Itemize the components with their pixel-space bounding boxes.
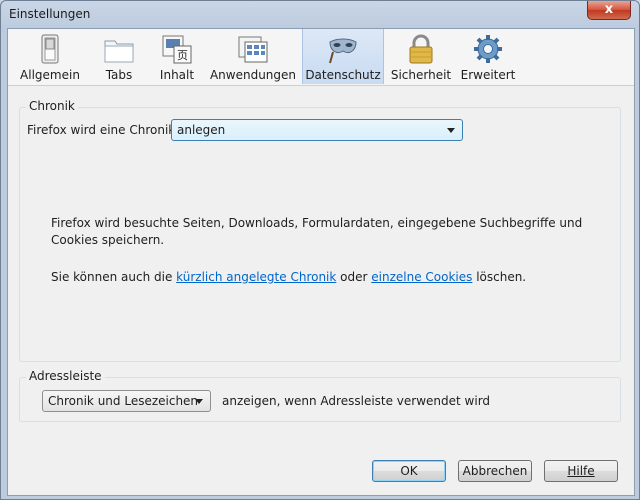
location-bar-group-title: Adressleiste [26,369,105,383]
privacy-pane: Chronik Firefox wird eine Chronik: anleg… [8,86,634,495]
clear-text-suffix: löschen. [472,270,527,284]
tab-label: Allgemein [20,68,80,82]
tab-label: Anwendungen [209,68,297,82]
location-bar-suggest-value: Chronik und Lesezeichen [48,394,199,408]
chevron-down-icon [195,399,203,404]
location-bar-suffix: anzeigen, wenn Adressleiste verwendet wi… [222,394,491,408]
history-description: Firefox wird besuchte Seiten, Downloads,… [51,216,583,247]
chevron-down-icon [447,128,455,133]
dialog-body: Allgemein Tabs 页 Inhalt Anwendungen Date… [7,28,635,496]
svg-text:页: 页 [177,49,188,62]
tab-label: Inhalt [159,68,195,82]
tab-tabs[interactable]: Tabs [90,29,148,84]
window-title: Einstellungen [9,7,91,21]
clear-history-text: Sie können auch die kürzlich angelegte C… [51,269,591,286]
tab-label: Datenschutz [305,68,381,82]
switch-icon [41,34,59,64]
help-button[interactable]: Hilfe [544,460,618,482]
content-icon: 页 [162,35,192,64]
clear-text-middle: oder [336,270,372,284]
tab-label: Sicherheit [390,68,452,82]
tab-sicherheit[interactable]: Sicherheit [390,29,452,84]
tabs-icon [104,40,134,63]
tab-anwendungen[interactable]: Anwendungen [208,29,298,84]
ok-button[interactable]: OK [372,460,446,482]
location-bar-suggest-dropdown[interactable]: Chronik und Lesezeichen [42,390,211,412]
tab-label: Tabs [105,68,133,82]
pane-toolbar: Allgemein Tabs 页 Inhalt Anwendungen Date… [8,29,634,86]
preferences-window: Einstellungen x Allgemein Tabs 页 Inhalt … [0,0,640,500]
tab-inhalt[interactable]: 页 Inhalt [150,29,204,84]
clear-text-prefix: Sie können auch die [51,270,177,284]
gear-icon [474,35,502,63]
tab-allgemein[interactable]: Allgemein [18,29,82,84]
padlock-icon [409,34,433,64]
title-bar[interactable]: Einstellungen x [1,1,639,27]
mask-icon [329,38,357,64]
close-button[interactable]: x [587,1,631,20]
history-mode-value: anlegen [177,123,226,137]
history-group-title: Chronik [26,99,78,113]
history-mode-dropdown[interactable]: anlegen [171,119,463,141]
history-group: Chronik Firefox wird eine Chronik: anleg… [19,99,621,362]
tab-label: Erweitert [460,68,516,82]
history-mode-label: Firefox wird eine Chronik: [27,123,180,137]
applications-icon [238,36,268,63]
cancel-button[interactable]: Abbrechen [458,460,532,482]
tab-erweitert[interactable]: Erweitert [460,29,516,84]
clear-recent-history-link[interactable]: kürzlich angelegte Chronik [176,270,336,284]
location-bar-group: Adressleiste Chronik und Lesezeichen anz… [19,369,621,422]
remove-individual-cookies-link[interactable]: einzelne Cookies [371,270,472,284]
tab-datenschutz[interactable]: Datenschutz [302,29,384,84]
